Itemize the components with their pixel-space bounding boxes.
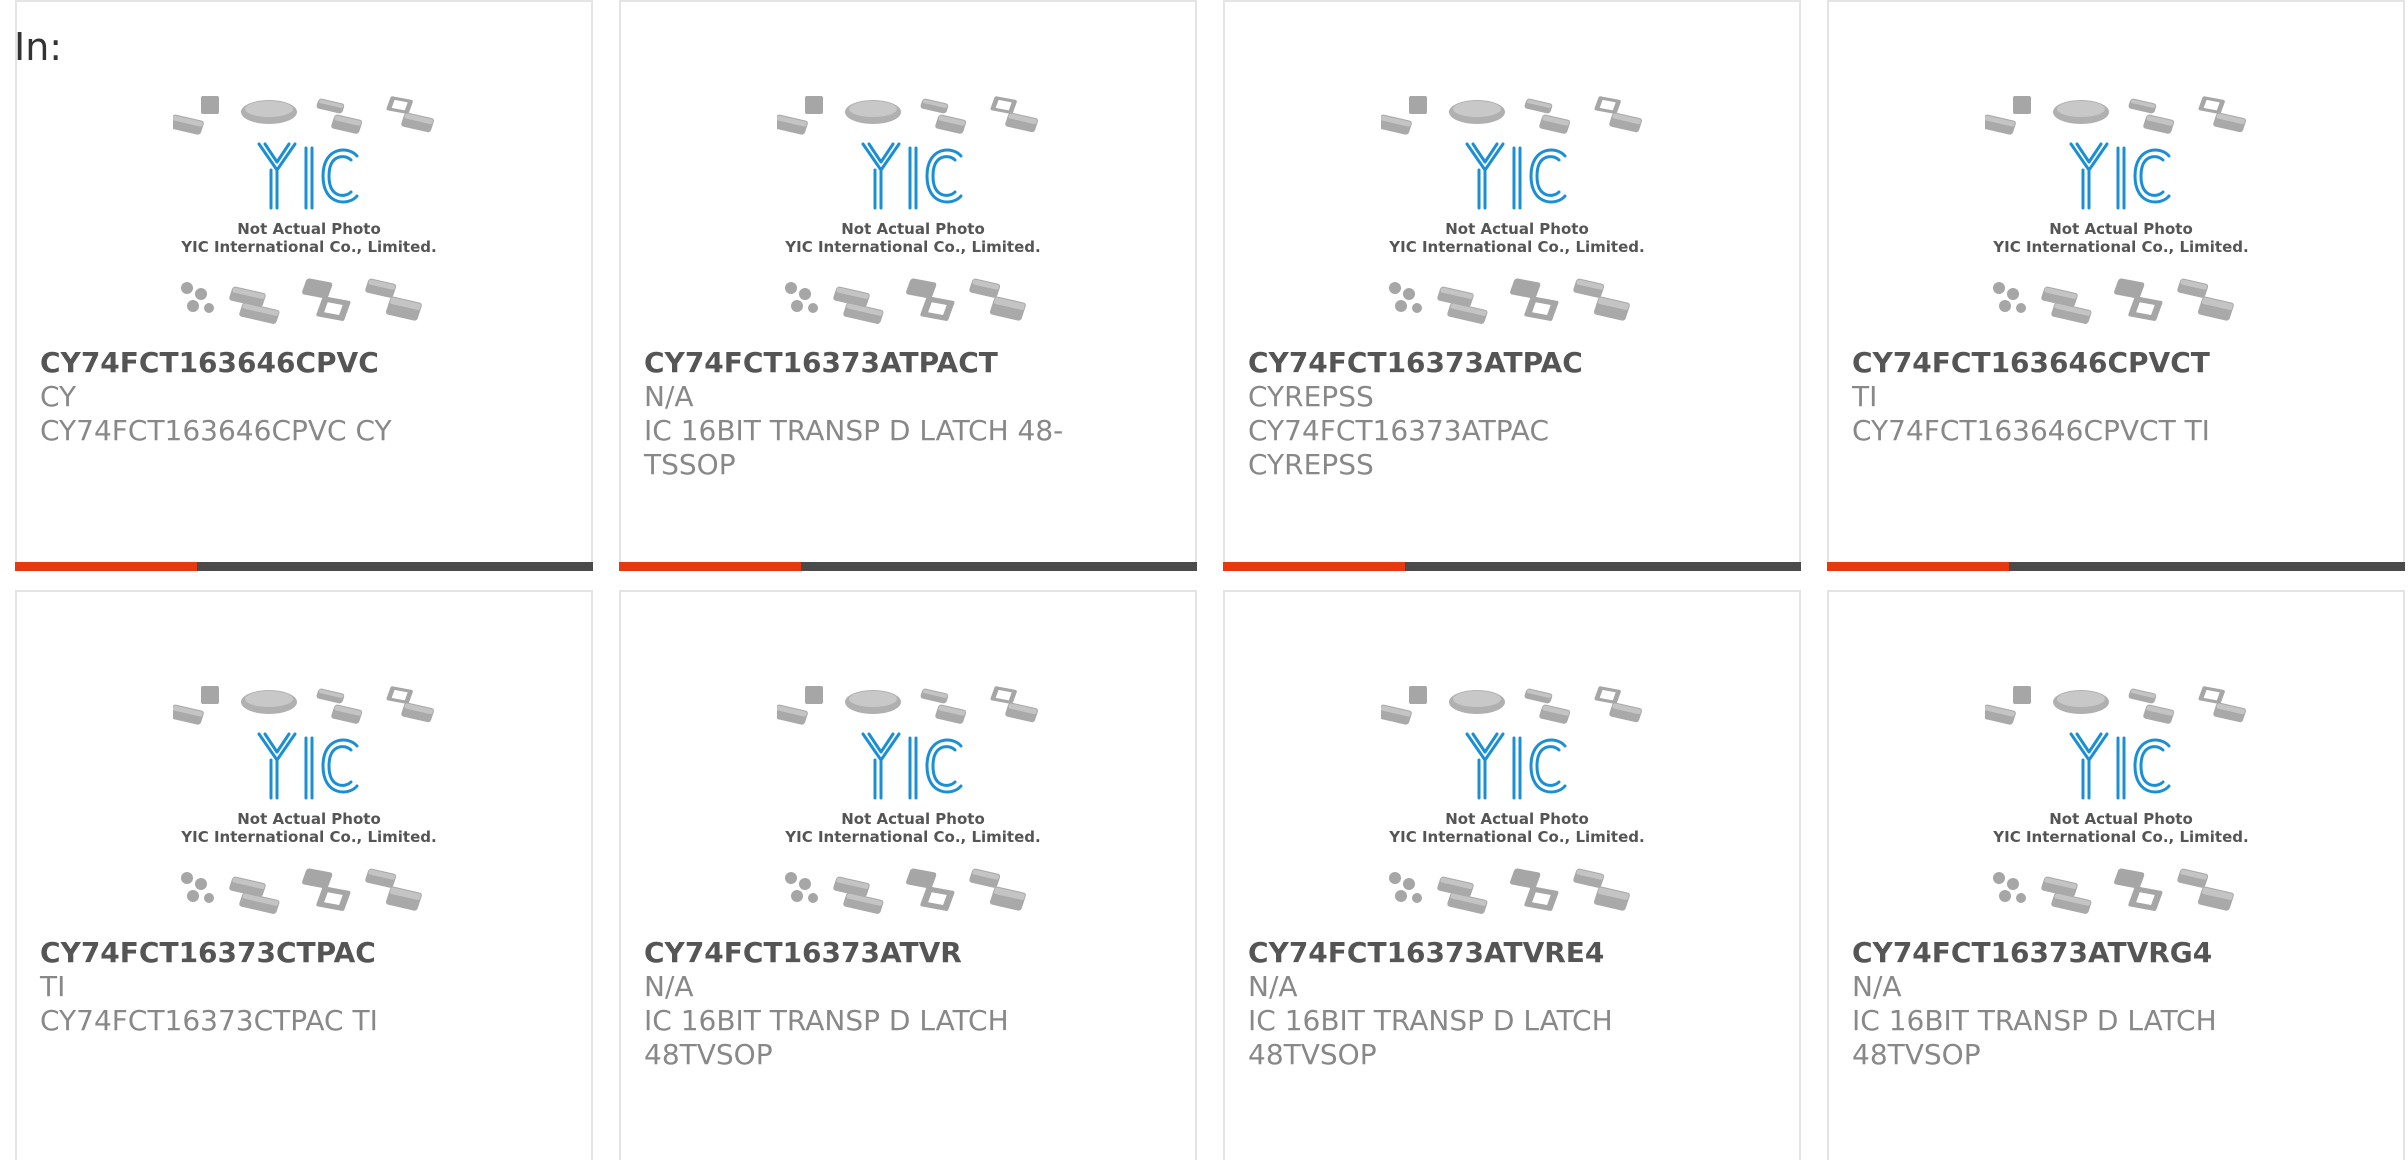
product-card[interactable]: Not Actual Photo YIC International Co., …: [15, 590, 593, 1160]
part-number-link[interactable]: CY74FCT16373ATPACT: [644, 346, 1175, 380]
card-bar-accent: [619, 562, 801, 571]
svg-text:YIC International Co., Limited: YIC International Co., Limited.: [1388, 828, 1644, 846]
part-number-link[interactable]: CY74FCT163646CPVCT: [1852, 346, 2383, 380]
product-photo[interactable]: Not Actual Photo YIC International Co., …: [173, 90, 445, 330]
svg-text:YIC International Co., Limited: YIC International Co., Limited.: [180, 238, 436, 256]
svg-text:YIC International Co., Limited: YIC International Co., Limited.: [180, 828, 436, 846]
product-info: CY74FCT16373ATPACT N/A IC 16BIT TRANSP D…: [644, 346, 1175, 482]
product-card[interactable]: Not Actual Photo YIC International Co., …: [1827, 590, 2405, 1160]
product-photo[interactable]: Not Actual Photo YIC International Co., …: [777, 90, 1049, 330]
description: CY74FCT16373CTPAC TI: [40, 1004, 378, 1037]
svg-text:YIC International Co., Limited: YIC International Co., Limited.: [1992, 238, 2248, 256]
product-photo[interactable]: Not Actual Photo YIC International Co., …: [173, 680, 445, 920]
product-photo[interactable]: Not Actual Photo YIC International Co., …: [777, 680, 1049, 920]
manufacturer: N/A: [1248, 970, 1298, 1003]
part-number-link[interactable]: CY74FCT16373ATVRE4: [1248, 936, 1779, 970]
svg-text:Not Actual Photo: Not Actual Photo: [1445, 810, 1589, 828]
product-info: CY74FCT16373ATVRE4 N/A IC 16BIT TRANSP D…: [1248, 936, 1779, 1072]
product-card[interactable]: Not Actual Photo YIC International Co., …: [619, 590, 1197, 1160]
manufacturer: N/A: [1852, 970, 1902, 1003]
manufacturer: TI: [1852, 380, 1878, 413]
part-number-link[interactable]: CY74FCT16373ATVR: [644, 936, 1175, 970]
description: IC 16BIT TRANSP D LATCH 48TVSOP: [1852, 1004, 2217, 1071]
product-card[interactable]: Not Actual Photo YIC International Co., …: [1827, 0, 2405, 571]
svg-text:Not Actual Photo: Not Actual Photo: [841, 220, 985, 238]
product-info: CY74FCT163646CPVC CY CY74FCT163646CPVC C…: [40, 346, 571, 448]
product-info: CY74FCT16373ATVR N/A IC 16BIT TRANSP D L…: [644, 936, 1175, 1072]
svg-text:YIC International Co., Limited: YIC International Co., Limited.: [784, 238, 1040, 256]
description: IC 16BIT TRANSP D LATCH 48-TSSOP: [644, 414, 1064, 481]
product-photo[interactable]: Not Actual Photo YIC International Co., …: [1381, 680, 1653, 920]
manufacturer: N/A: [644, 970, 694, 1003]
svg-text:Not Actual Photo: Not Actual Photo: [237, 220, 381, 238]
product-info: CY74FCT16373ATPAC CYREPSS CY74FCT16373AT…: [1248, 346, 1779, 482]
product-card[interactable]: Not Actual Photo YIC International Co., …: [15, 0, 593, 571]
svg-text:Not Actual Photo: Not Actual Photo: [237, 810, 381, 828]
manufacturer: CYREPSS: [1248, 380, 1374, 413]
svg-text:Not Actual Photo: Not Actual Photo: [2049, 810, 2193, 828]
product-info: CY74FCT16373CTPAC TI CY74FCT16373CTPAC T…: [40, 936, 571, 1038]
in-label: In:: [14, 25, 63, 69]
product-photo[interactable]: Not Actual Photo YIC International Co., …: [1381, 90, 1653, 330]
product-card[interactable]: Not Actual Photo YIC International Co., …: [619, 0, 1197, 571]
product-card[interactable]: Not Actual Photo YIC International Co., …: [1223, 0, 1801, 571]
description: IC 16BIT TRANSP D LATCH 48TVSOP: [1248, 1004, 1613, 1071]
description: CY74FCT16373ATPAC CYREPSS: [1248, 414, 1550, 481]
product-info: CY74FCT163646CPVCT TI CY74FCT163646CPVCT…: [1852, 346, 2383, 448]
description: IC 16BIT TRANSP D LATCH 48TVSOP: [644, 1004, 1009, 1071]
manufacturer: N/A: [644, 380, 694, 413]
product-grid: Not Actual Photo YIC International Co., …: [15, 0, 2408, 1160]
card-bottom-bar: [1827, 562, 2405, 571]
product-photo[interactable]: Not Actual Photo YIC International Co., …: [1985, 680, 2257, 920]
card-bar-accent: [15, 562, 197, 571]
card-bar-accent: [1223, 562, 1405, 571]
product-info: CY74FCT16373ATVRG4 N/A IC 16BIT TRANSP D…: [1852, 936, 2383, 1072]
svg-text:Not Actual Photo: Not Actual Photo: [841, 810, 985, 828]
product-photo[interactable]: Not Actual Photo YIC International Co., …: [1985, 90, 2257, 330]
description: CY74FCT163646CPVC CY: [40, 414, 392, 447]
product-card[interactable]: Not Actual Photo YIC International Co., …: [1223, 590, 1801, 1160]
part-number-link[interactable]: CY74FCT163646CPVC: [40, 346, 571, 380]
svg-text:YIC International Co., Limited: YIC International Co., Limited.: [1992, 828, 2248, 846]
part-number-link[interactable]: CY74FCT16373CTPAC: [40, 936, 571, 970]
part-number-link[interactable]: CY74FCT16373ATPAC: [1248, 346, 1779, 380]
description: CY74FCT163646CPVCT TI: [1852, 414, 2210, 447]
manufacturer: TI: [40, 970, 66, 1003]
part-number-link[interactable]: CY74FCT16373ATVRG4: [1852, 936, 2383, 970]
svg-text:Not Actual Photo: Not Actual Photo: [1445, 220, 1589, 238]
manufacturer: CY: [40, 380, 77, 413]
svg-text:Not Actual Photo: Not Actual Photo: [2049, 220, 2193, 238]
card-bar-accent: [1827, 562, 2009, 571]
card-bottom-bar: [1223, 562, 1801, 571]
svg-text:YIC International Co., Limited: YIC International Co., Limited.: [1388, 238, 1644, 256]
card-bottom-bar: [619, 562, 1197, 571]
card-bottom-bar: [15, 562, 593, 571]
svg-text:YIC International Co., Limited: YIC International Co., Limited.: [784, 828, 1040, 846]
